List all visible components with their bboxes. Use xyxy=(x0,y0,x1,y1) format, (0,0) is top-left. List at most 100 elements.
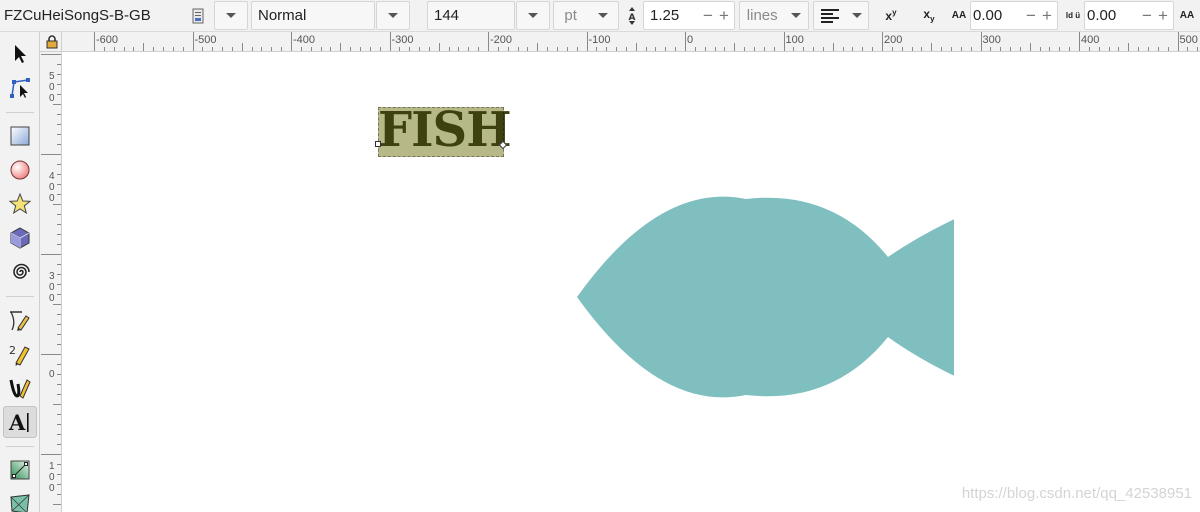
ruler-minor-tick xyxy=(300,47,302,51)
fish-body[interactable] xyxy=(577,196,963,398)
chevron-down-icon xyxy=(388,13,398,18)
increment-button[interactable]: + xyxy=(1039,1,1055,30)
tool-star[interactable] xyxy=(3,188,37,220)
ruler-minor-tick xyxy=(606,47,608,51)
font-style-dropdown[interactable] xyxy=(376,1,410,30)
ruler-minor-tick xyxy=(153,47,155,51)
tool-pencil[interactable]: 2 xyxy=(3,338,37,370)
ruler-minor-tick xyxy=(556,47,558,51)
ruler-minor-tick xyxy=(251,47,253,51)
svg-text:2: 2 xyxy=(9,344,16,357)
ruler-minor-tick xyxy=(862,47,864,51)
word-spacing-spin[interactable]: 0.00 − + xyxy=(1084,1,1174,30)
toolbox-separator xyxy=(6,296,34,297)
ruler-minor-tick xyxy=(773,47,775,51)
chevron-down-icon xyxy=(226,13,236,18)
svg-text:A: A xyxy=(8,410,26,434)
font-family-dropdown[interactable] xyxy=(214,1,248,30)
alignment-select[interactable] xyxy=(813,1,869,30)
tool-node[interactable] xyxy=(3,72,37,104)
line-height-spin[interactable]: 1.25 − + xyxy=(643,1,735,30)
superscript-button[interactable]: xy xyxy=(878,1,904,30)
selector-icon xyxy=(15,45,26,63)
vertical-ruler[interactable]: 500 400 300 0 100 xyxy=(40,52,62,512)
pencil-icon: 2 xyxy=(9,344,30,366)
tool-mesh[interactable] xyxy=(3,488,37,512)
font-file-icon[interactable] xyxy=(188,1,208,30)
tool-calligraphy[interactable] xyxy=(3,372,37,404)
horizontal-ruler[interactable]: -600 -500 -400 -300 -200 -100 0 100 200 300 400 500 xyxy=(62,32,1200,52)
ruler-minor-tick xyxy=(832,43,834,51)
decrement-button[interactable]: − xyxy=(1023,1,1039,30)
guide-lock-button[interactable] xyxy=(40,32,62,52)
ruler-minor-tick xyxy=(734,43,736,51)
increment-button[interactable]: + xyxy=(1155,1,1171,30)
decrement-button[interactable]: − xyxy=(700,1,716,30)
ruler-minor-tick xyxy=(1147,47,1149,51)
ruler-label: 300 xyxy=(982,34,1001,46)
toolbox-separator xyxy=(6,112,34,113)
ruler-minor-tick xyxy=(41,254,61,255)
ruler-major-tick xyxy=(291,32,292,51)
tool-selector[interactable] xyxy=(3,38,37,70)
text-tool-icon: A xyxy=(8,410,29,434)
font-unit-select[interactable]: pt xyxy=(553,1,619,30)
ruler-minor-tick xyxy=(852,47,854,51)
ruler-minor-tick xyxy=(57,334,61,335)
letter-spacing-spin[interactable]: 0.00 − + xyxy=(970,1,1058,30)
ruler-minor-tick xyxy=(57,144,61,145)
ruler-minor-tick xyxy=(379,47,381,51)
ruler-minor-tick xyxy=(310,47,312,51)
ruler-minor-tick xyxy=(763,47,765,51)
ruler-minor-tick xyxy=(842,47,844,51)
bezier-pen-icon xyxy=(10,311,30,331)
text-anchor-handle[interactable] xyxy=(375,141,381,147)
ruler-minor-tick xyxy=(241,43,243,51)
tool-spiral[interactable] xyxy=(3,256,37,288)
ruler-major-tick xyxy=(980,32,982,51)
ruler-minor-tick xyxy=(271,47,273,51)
ruler-minor-tick xyxy=(57,234,61,235)
ruler-minor-tick xyxy=(537,43,539,51)
ruler-minor-tick xyxy=(57,274,61,275)
line-height-value: 1.25 xyxy=(650,7,680,24)
font-size-field[interactable]: 144 xyxy=(427,1,515,30)
ruler-minor-tick xyxy=(281,47,283,51)
subscript-button[interactable]: xy xyxy=(916,1,942,30)
drawing-canvas[interactable]: FISH https://blog.csdn.net/qq_42538951 xyxy=(63,53,1200,512)
tool-rectangle[interactable] xyxy=(3,120,37,152)
vertical-shift-icon[interactable]: AA xyxy=(1176,1,1198,30)
ruler-minor-tick xyxy=(57,74,61,75)
ruler-minor-tick xyxy=(202,47,204,51)
ruler-minor-tick xyxy=(665,47,667,51)
ruler-minor-tick xyxy=(41,454,61,455)
font-family-field[interactable]: FZCuHeiSongS-B-GB xyxy=(4,1,186,30)
font-style-field[interactable]: Normal xyxy=(251,1,375,30)
ruler-minor-tick xyxy=(704,47,706,51)
letter-spacing-icon: AA xyxy=(951,10,967,21)
ruler-minor-tick xyxy=(517,47,519,51)
tool-gradient[interactable] xyxy=(3,454,37,486)
tool-bezier[interactable] xyxy=(3,304,37,336)
ruler-minor-tick xyxy=(478,47,480,51)
fish-shape[interactable] xyxy=(563,193,963,403)
chevron-down-icon xyxy=(528,13,538,18)
ruler-minor-tick xyxy=(527,47,529,51)
ruler-major-tick xyxy=(488,32,489,51)
star-icon xyxy=(8,192,32,215)
font-size-value: 144 xyxy=(434,7,460,24)
tool-ellipse[interactable] xyxy=(3,154,37,186)
tool-3d-box[interactable] xyxy=(3,222,37,254)
ruler-minor-tick xyxy=(547,47,549,51)
ruler-minor-tick xyxy=(369,47,371,51)
ruler-minor-tick xyxy=(212,47,214,51)
tool-text[interactable]: A xyxy=(3,406,37,438)
ruler-minor-tick xyxy=(428,47,430,51)
ruler-minor-tick xyxy=(359,47,361,51)
ruler-minor-tick xyxy=(57,174,61,175)
increment-button[interactable]: + xyxy=(716,1,732,30)
decrement-button[interactable]: − xyxy=(1139,1,1155,30)
line-unit-select[interactable]: lines xyxy=(739,1,809,30)
font-size-dropdown[interactable] xyxy=(516,1,550,30)
ruler-minor-tick xyxy=(330,47,332,51)
